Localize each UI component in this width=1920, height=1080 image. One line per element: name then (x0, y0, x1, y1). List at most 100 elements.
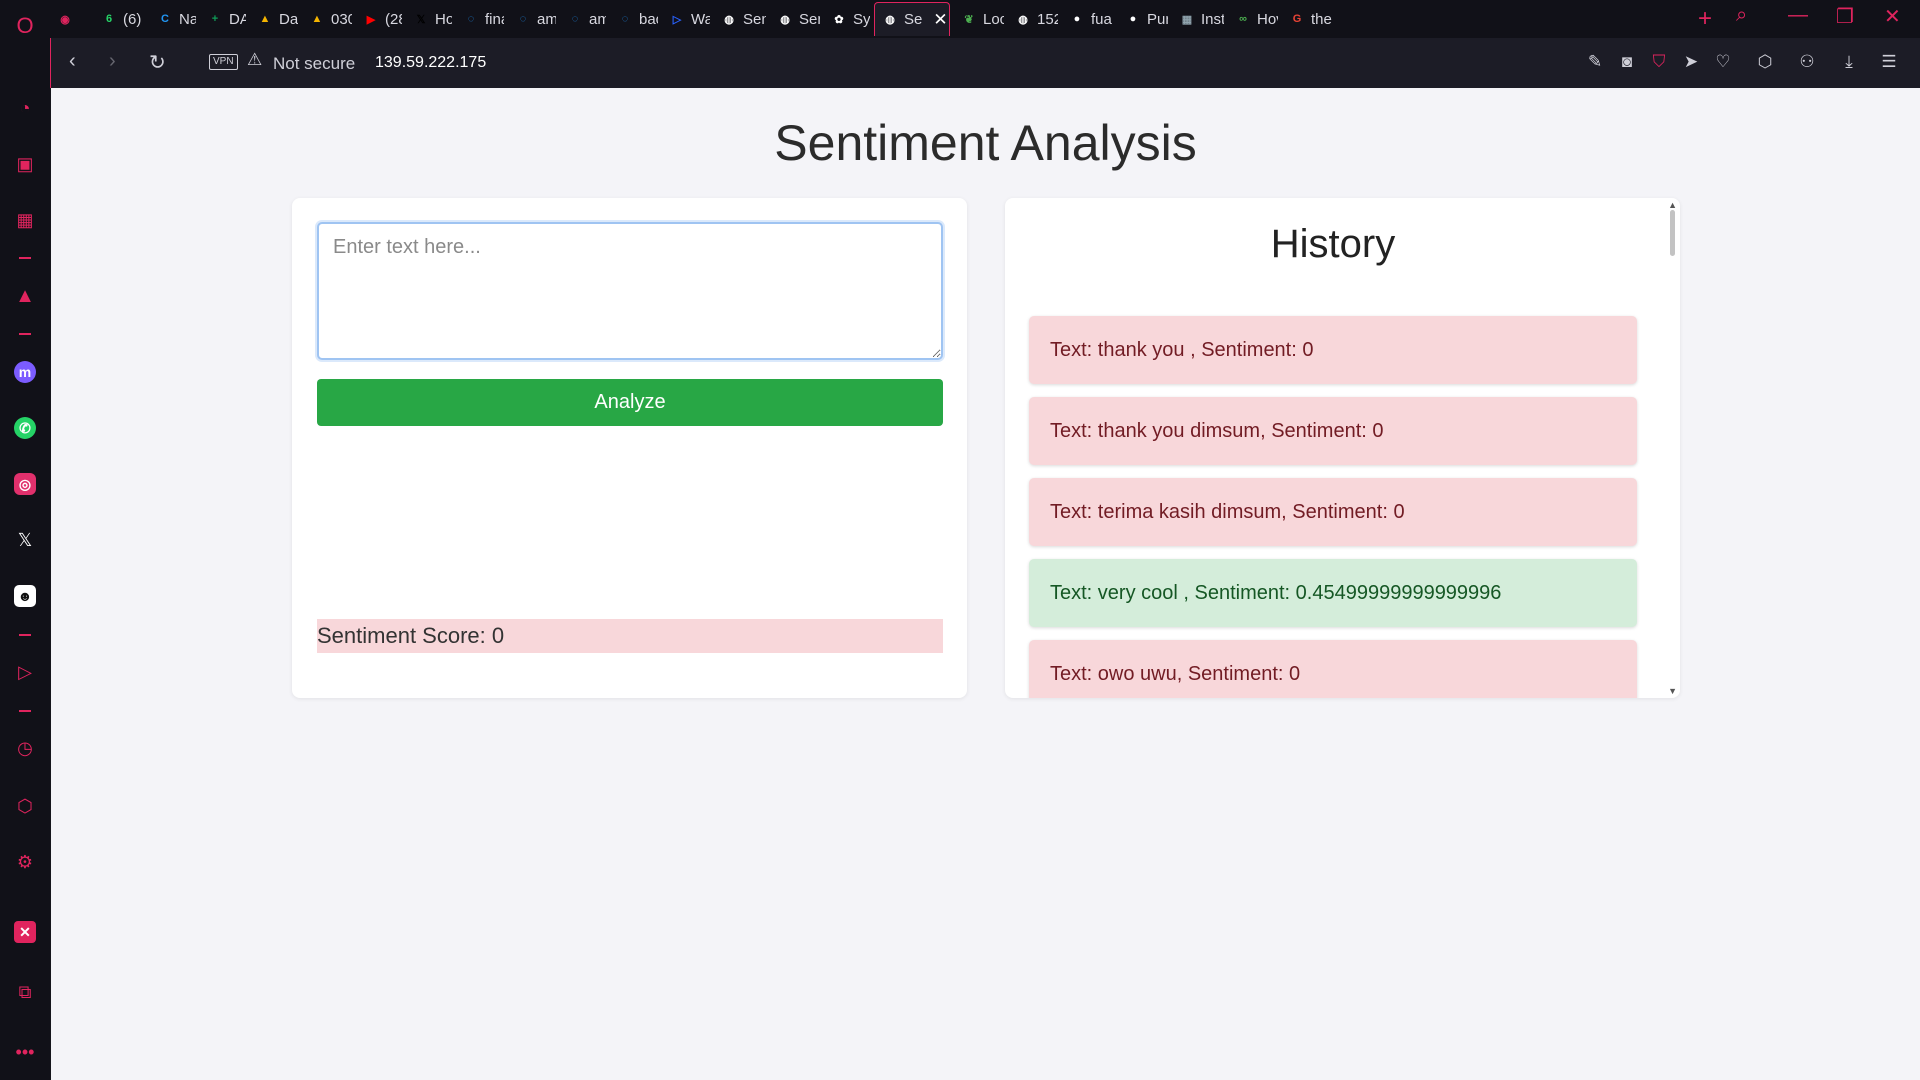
tab[interactable]: ● fua (1062, 2, 1114, 36)
tab[interactable]: ▶ (28 (356, 2, 402, 36)
aria-icon[interactable]: ▲ (0, 276, 50, 316)
tab[interactable]: ▲ 030 (302, 2, 352, 36)
extensions-cube-icon[interactable]: ⬡ (0, 786, 50, 826)
page-viewport: Sentiment Analysis Analyze Sentiment Sco… (51, 88, 1920, 1080)
tab[interactable]: ◍ 152 (1008, 2, 1058, 36)
forward-arrow-icon[interactable]: › (109, 50, 116, 73)
tab[interactable]: ◉ (50, 2, 90, 36)
tab[interactable]: ◍ Sen (770, 2, 820, 36)
tab-label: the (1311, 10, 1332, 28)
close-window-button[interactable]: ✕ (1884, 4, 1901, 29)
more-dots-icon[interactable]: ••• (0, 1032, 50, 1072)
scroll-thumb[interactable] (1670, 210, 1675, 256)
instagram-icon[interactable]: ◎ (0, 464, 50, 504)
tab[interactable]: ◌ bac (610, 2, 658, 36)
x-twitter-icon[interactable]: 𝕏 (0, 520, 50, 560)
scroll-up-arrow-icon[interactable]: ▲ (1668, 200, 1677, 210)
history-scrollbar[interactable]: ▲ ▼ (1666, 198, 1680, 698)
opera-logo-icon[interactable]: O (0, 6, 50, 46)
tab[interactable]: ◍ Sen (714, 2, 766, 36)
tab-label: Sen (743, 10, 766, 28)
tab[interactable]: ❦ Loc (954, 2, 1004, 36)
url-field[interactable]: 139.59.222.175 (375, 54, 486, 72)
tab[interactable]: 6 (6) (94, 2, 144, 36)
analyze-card: Analyze Sentiment Score: 0 (292, 198, 967, 698)
tab[interactable]: ▲ Dat (250, 2, 298, 36)
cube-icon[interactable]: ⬡ (1755, 52, 1775, 72)
sentiment-score: Sentiment Score: 0 (317, 619, 943, 653)
spinner-icon: ◌ (621, 13, 629, 25)
download-icon[interactable]: ⤓ (1839, 52, 1859, 72)
warning-icon[interactable]: ⚠ (247, 50, 262, 70)
tab-label: fua (1091, 10, 1112, 28)
sheets-icon: + (211, 13, 219, 25)
globe-icon: ◍ (885, 14, 895, 26)
tab-label: Hov (1257, 10, 1278, 28)
tab[interactable]: ✿ Syn (824, 2, 870, 36)
browser-sidebar: O ◔ ▣ ▦ ▲ m ✆ ◎ 𝕏 ☻ ▷ ◷ ⬡ ⚙ ✕ ⧉ ••• (0, 0, 50, 1080)
restore-button[interactable]: ❐ (1836, 4, 1854, 29)
search-tabs-icon[interactable]: ⌕ (1736, 4, 1747, 27)
tab[interactable]: + DAT (200, 2, 246, 36)
tab[interactable]: C Nar (150, 2, 196, 36)
history-item: Text: terima kasih dimsum, Sentiment: 0 (1029, 478, 1637, 546)
new-tab-button[interactable]: + (1698, 2, 1712, 36)
play-icon: ▷ (672, 13, 682, 26)
tab-label: Pur (1147, 10, 1168, 28)
openai-icon: ✿ (834, 13, 844, 26)
edit-icon[interactable]: ✎ (1585, 52, 1605, 72)
text-input[interactable] (317, 222, 943, 360)
messenger-icon[interactable]: m (0, 352, 50, 392)
tab-label: 152 (1037, 10, 1058, 28)
minimize-button[interactable]: — (1788, 4, 1808, 27)
tab-label: am (537, 10, 556, 28)
send-icon[interactable]: ➤ (1681, 52, 1701, 72)
tab[interactable]: ● Pur (1118, 2, 1168, 36)
security-status[interactable]: Not secure (273, 54, 355, 74)
heart-icon[interactable]: ♡ (1713, 52, 1733, 72)
tab[interactable]: ◌ am (560, 2, 606, 36)
scroll-down-arrow-icon[interactable]: ▼ (1668, 686, 1677, 696)
history-card: History Text: thank you , Sentiment: 0 Te… (1005, 198, 1680, 698)
profile-icon[interactable]: ⚇ (1797, 52, 1817, 72)
tab[interactable]: ◌ am (508, 2, 556, 36)
spinner-icon: ◌ (467, 13, 475, 25)
analyze-button[interactable]: Analyze (317, 379, 943, 426)
vpn-badge[interactable]: VPN (209, 54, 238, 70)
tab[interactable]: 𝕏 Hor (406, 2, 452, 36)
back-arrow-icon[interactable]: ‹ (69, 50, 76, 73)
tab-label: DAT (229, 10, 246, 28)
close-tab-icon[interactable]: ✕ (933, 10, 947, 30)
globe-icon: ◍ (1018, 13, 1028, 26)
speed-dial-icon[interactable]: ◔ (0, 88, 50, 128)
ai-chip-icon[interactable]: ▦ (0, 200, 50, 240)
tab-label: Loc (983, 10, 1004, 28)
c-icon: C (161, 13, 169, 25)
tab-label: (28 (385, 10, 402, 28)
history-item: Text: owo uwu, Sentiment: 0 (1029, 640, 1637, 698)
snapshot-camera-icon[interactable]: ◙ (1617, 52, 1637, 72)
history-item: Text: very cool , Sentiment: 0.454999999… (1029, 559, 1637, 627)
tab[interactable]: ◌ fina (456, 2, 504, 36)
gamepad-icon: ◉ (60, 13, 70, 26)
tab[interactable]: ▦ Inst (1172, 2, 1224, 36)
tab-label: Inst (1201, 10, 1224, 28)
tab[interactable]: ∞ Hov (1228, 2, 1278, 36)
tab[interactable]: ▷ Wa (662, 2, 710, 36)
adblock-shield-icon[interactable]: ⛉ (1649, 52, 1669, 72)
workspace-icon[interactable]: ✕ (0, 912, 50, 952)
tab-label: (6) (123, 10, 142, 28)
player-icon[interactable]: ▷ (0, 652, 50, 692)
whatsapp-icon[interactable]: ✆ (0, 408, 50, 448)
easy-setup-icon[interactable]: ☰ (1879, 52, 1899, 72)
tab-label: Syn (853, 10, 870, 28)
gallery-icon[interactable]: ⧉ (0, 972, 50, 1012)
tab[interactable]: Gthe (1282, 2, 1334, 36)
history-clock-icon[interactable]: ◷ (0, 728, 50, 768)
reload-icon[interactable]: ↻ (149, 50, 166, 75)
discord-icon[interactable]: ☻ (0, 576, 50, 616)
tab-active[interactable]: ◍ Se ✕ (874, 2, 950, 36)
settings-gear-icon[interactable]: ⚙ (0, 842, 50, 882)
shopping-bag-icon[interactable]: ▣ (0, 144, 50, 184)
globe-icon: ◍ (724, 13, 734, 26)
